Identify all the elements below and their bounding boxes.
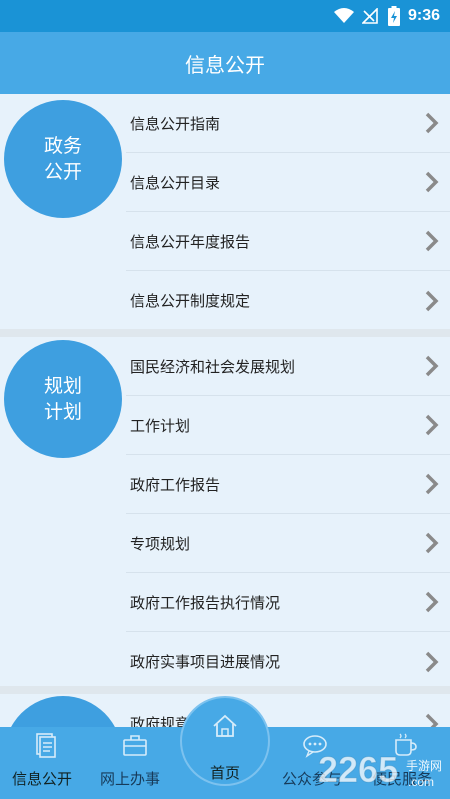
home-button[interactable]: 首页	[180, 696, 270, 786]
circle-label-line1: 规划	[43, 375, 82, 397]
tab-convenience-services[interactable]: 便民服务	[360, 727, 450, 799]
tab-public-participation-label: 公众参与	[282, 770, 343, 788]
tab-online-services[interactable]: 网上办事	[90, 727, 180, 799]
list-item-label: 信息公开制度规定	[130, 292, 251, 310]
section-divider	[0, 686, 450, 694]
tab-convenience-services-label: 便民服务	[372, 770, 433, 788]
cup-icon	[395, 733, 417, 756]
list-item-label: 国民经济和社会发展规划	[130, 357, 296, 376]
section-divider	[0, 329, 450, 337]
list-item-label: 信息公开年度报告	[130, 232, 251, 251]
home-icon	[213, 714, 237, 737]
battery-charging-icon	[387, 6, 400, 26]
section-government-affairs: 政务 公开 信息公开指南 信息公开目录 信息公开年度报告 信息公开制度规定	[0, 94, 450, 329]
circle-label-line2: 计划	[43, 401, 82, 423]
list-item-label: 政府实事项目进展情况	[130, 653, 281, 671]
list-item[interactable]: 政府工作报告	[126, 455, 450, 514]
header: 信息公开	[0, 32, 450, 94]
list-item[interactable]: 政府规章	[126, 694, 450, 727]
list-item-label: 信息公开指南	[130, 114, 221, 133]
content-list[interactable]: 政务 公开 信息公开指南 信息公开目录 信息公开年度报告 信息公开制度规定 规划…	[0, 94, 450, 727]
circle-label-line1: 政务	[43, 135, 82, 157]
chevron-right-icon	[425, 230, 439, 252]
status-bar: 9:36	[0, 0, 450, 32]
list-item-label: 工作计划	[130, 416, 191, 435]
briefcase-icon	[123, 735, 147, 756]
list-item[interactable]: 专项规划	[126, 514, 450, 573]
page-title: 信息公开	[185, 52, 265, 77]
chevron-right-icon	[425, 171, 439, 193]
document-icon	[36, 733, 56, 758]
section-planning: 规划 计划 国民经济和社会发展规划 工作计划 政府工作报告 专项规划 政府工作报…	[0, 337, 450, 686]
no-signal-icon	[361, 8, 378, 24]
tab-info-disclosure[interactable]: 信息公开	[0, 727, 90, 799]
list-item[interactable]: 工作计划	[126, 396, 450, 455]
tab-public-participation[interactable]: 公众参与	[270, 727, 360, 799]
list-item[interactable]: 政府实事项目进展情况	[126, 632, 450, 691]
category-circle-regulations[interactable]	[4, 696, 122, 727]
chevron-right-icon	[425, 414, 439, 436]
chevron-right-icon	[425, 651, 439, 672]
circle-label-line2: 公开	[43, 161, 82, 183]
tab-online-services-label: 网上办事	[100, 770, 161, 788]
list-item[interactable]: 信息公开年度报告	[126, 212, 450, 271]
chevron-right-icon	[425, 532, 439, 554]
chevron-right-icon	[425, 591, 439, 613]
status-icons: 9:36	[333, 5, 440, 27]
chevron-right-icon	[425, 355, 439, 377]
home-label: 首页	[209, 764, 240, 782]
list-item-label: 专项规划	[130, 534, 191, 553]
list-item[interactable]: 信息公开目录	[126, 153, 450, 212]
chevron-right-icon	[425, 112, 439, 134]
chevron-right-icon	[425, 473, 439, 495]
list-item-label: 政府工作报告	[130, 475, 221, 494]
list-item[interactable]: 信息公开指南	[126, 94, 450, 153]
status-time: 9:36	[407, 7, 440, 24]
chevron-right-icon	[425, 290, 439, 311]
chevron-right-icon	[425, 713, 439, 727]
category-circle-government-affairs[interactable]: 政务 公开	[4, 100, 122, 218]
list-item[interactable]: 信息公开制度规定	[126, 271, 450, 330]
list-item-label: 信息公开目录	[130, 173, 221, 192]
category-circle-planning[interactable]: 规划 计划	[4, 340, 122, 458]
list-item[interactable]: 国民经济和社会发展规划	[126, 337, 450, 396]
tab-info-disclosure-label: 信息公开	[12, 770, 73, 788]
list-item-label: 政府规章	[130, 715, 191, 727]
chat-bubble-icon	[303, 735, 327, 758]
wifi-icon	[333, 8, 354, 23]
list-item[interactable]: 政府工作报告执行情况	[126, 573, 450, 632]
list-item-label: 政府工作报告执行情况	[130, 593, 281, 612]
